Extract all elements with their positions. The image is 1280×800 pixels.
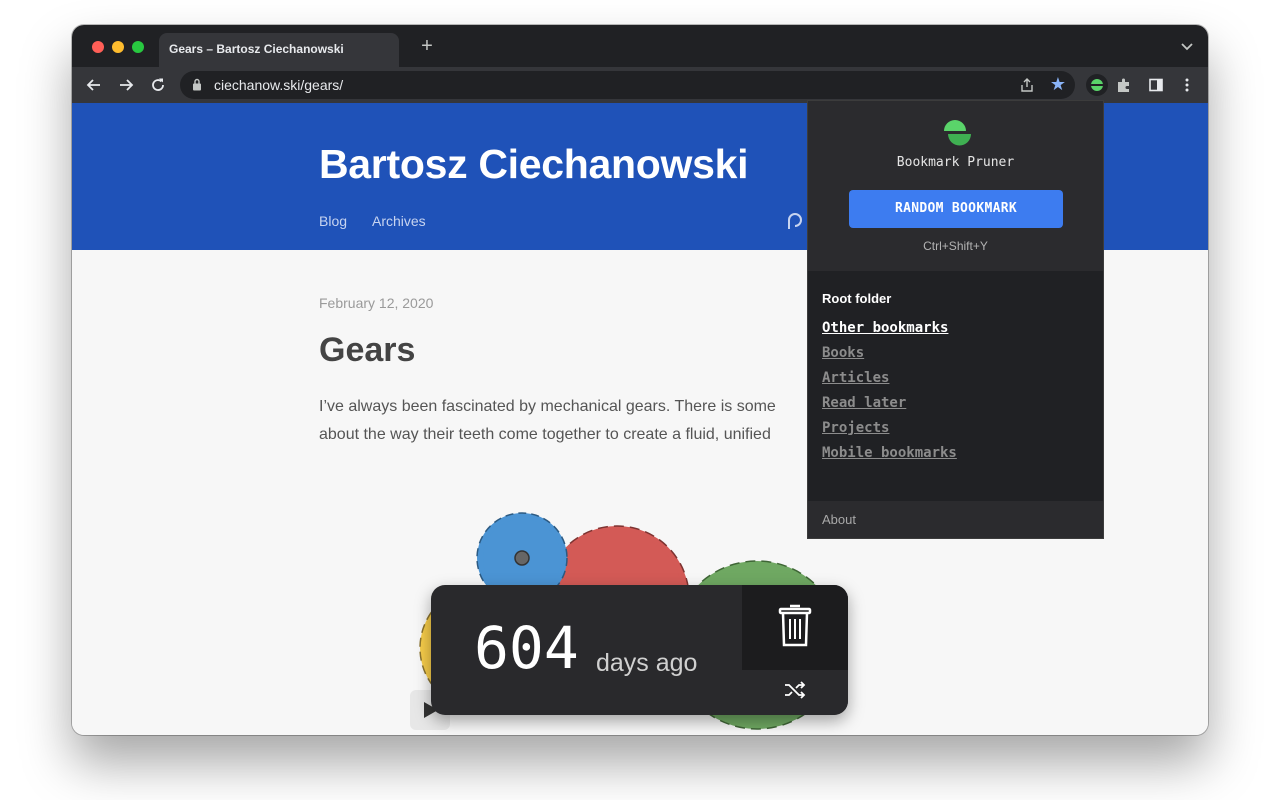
folder-item-mobile-bookmarks[interactable]: Mobile bookmarks	[822, 441, 957, 466]
url-text: ciechanow.ski/gears/	[214, 77, 344, 93]
folder-list: Other bookmarks Books Articles Read late…	[822, 316, 957, 466]
trash-icon	[778, 602, 812, 653]
shuffle-bookmark-button[interactable]	[742, 670, 848, 715]
side-panel-icon[interactable]	[1145, 74, 1167, 96]
age-number: 604	[474, 614, 579, 682]
back-arrow-icon[interactable]	[83, 74, 105, 96]
extensions-puzzle-icon[interactable]	[1113, 74, 1135, 96]
chevron-down-icon[interactable]	[1178, 37, 1196, 55]
more-menu-icon[interactable]	[1176, 74, 1198, 96]
tab-title: Gears – Bartosz Ciechanowski	[169, 42, 344, 56]
nav-link-archives[interactable]: Archives	[372, 213, 426, 229]
bookmark-age-card: 604 days ago	[431, 585, 848, 715]
lock-icon[interactable]	[192, 78, 202, 96]
nav-link-blog[interactable]: Blog	[319, 213, 347, 229]
folder-item-books[interactable]: Books	[822, 341, 957, 366]
shuffle-icon	[783, 680, 807, 705]
root-folder-label: Root folder	[822, 291, 892, 306]
bookmark-pruner-extension-icon[interactable]	[1086, 74, 1108, 96]
address-bar[interactable]: ciechanow.ski/gears/ ★	[180, 71, 1075, 99]
reload-icon[interactable]	[147, 74, 169, 96]
bookmark-pruner-logo-icon	[939, 120, 973, 151]
bookmark-star-icon[interactable]: ★	[1050, 75, 1066, 93]
folder-item-other-bookmarks[interactable]: Other bookmarks	[822, 316, 957, 341]
browser-toolbar: ciechanow.ski/gears/ ★	[72, 67, 1208, 103]
delete-bookmark-button[interactable]	[742, 585, 848, 670]
keyboard-shortcut: Ctrl+Shift+Y	[923, 239, 988, 253]
popup-header: Bookmark Pruner RANDOM BOOKMARK Ctrl+Shi…	[808, 101, 1103, 271]
random-bookmark-button[interactable]: RANDOM BOOKMARK	[849, 190, 1063, 228]
forward-arrow-icon[interactable]	[115, 74, 137, 96]
browser-window: Gears – Bartosz Ciechanowski + ciechanow…	[72, 25, 1208, 735]
minimize-window-button[interactable]	[112, 41, 124, 53]
about-link[interactable]: About	[822, 512, 856, 527]
close-window-button[interactable]	[92, 41, 104, 53]
share-icon[interactable]	[1019, 77, 1035, 98]
new-tab-button[interactable]: +	[416, 35, 438, 57]
zoom-window-button[interactable]	[132, 41, 144, 53]
extension-name: Bookmark Pruner	[896, 155, 1015, 170]
popup-footer: About	[808, 501, 1103, 538]
site-title[interactable]: Bartosz Ciechanowski	[319, 141, 748, 188]
tab-gears[interactable]: Gears – Bartosz Ciechanowski	[159, 33, 399, 67]
bookmark-pruner-popup: Bookmark Pruner RANDOM BOOKMARK Ctrl+Shi…	[807, 100, 1104, 539]
folder-item-projects[interactable]: Projects	[822, 416, 957, 441]
card-actions	[742, 585, 848, 715]
post-title: Gears	[319, 331, 416, 369]
age-unit: days ago	[596, 649, 698, 677]
patreon-icon[interactable]	[786, 211, 804, 236]
folder-item-read-later[interactable]: Read later	[822, 391, 957, 416]
post-date: February 12, 2020	[319, 295, 434, 311]
tab-strip: Gears – Bartosz Ciechanowski +	[72, 25, 1208, 67]
folder-item-articles[interactable]: Articles	[822, 366, 957, 391]
